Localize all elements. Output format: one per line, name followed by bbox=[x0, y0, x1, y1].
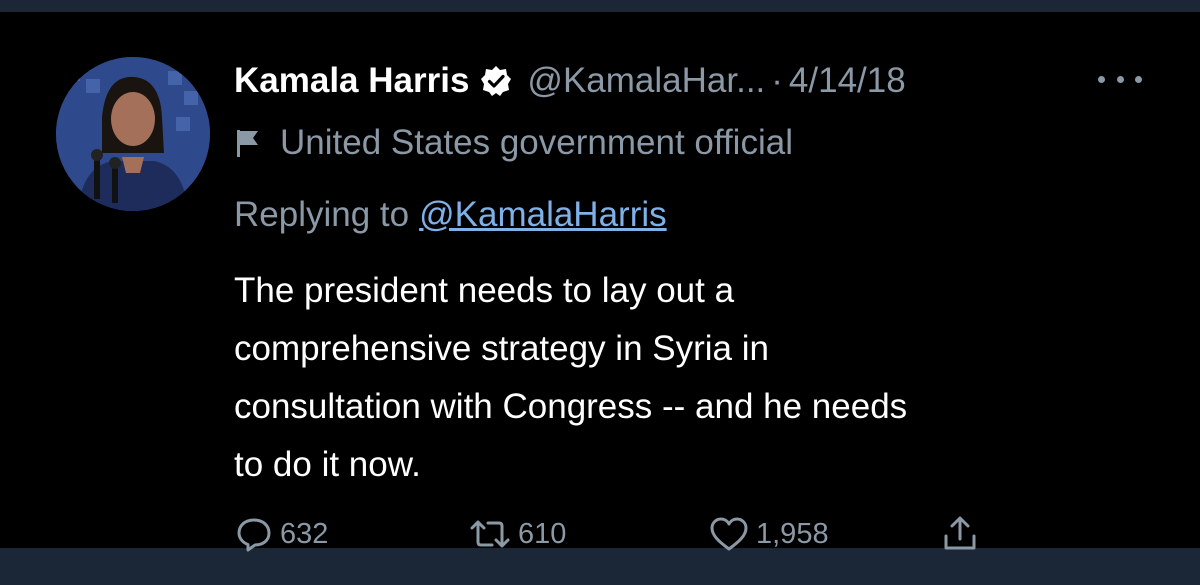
tweet-text-line: consultation with Congress -- and he nee… bbox=[234, 387, 908, 426]
verified-badge-icon bbox=[479, 64, 513, 98]
tweet-text-line: comprehensive strategy in Syria in bbox=[234, 329, 769, 368]
tweet-text: The president needs to lay out a compreh… bbox=[234, 262, 1154, 494]
replying-to: Replying to @KamalaHarris bbox=[234, 192, 667, 238]
share-button[interactable] bbox=[940, 512, 980, 556]
header-separator: · bbox=[771, 61, 783, 100]
like-count: 1,958 bbox=[756, 517, 829, 550]
retweet-button[interactable]: 610 bbox=[468, 512, 566, 556]
tweet-header: Kamala Harris @KamalaHar... · 4/14/18 bbox=[234, 56, 906, 106]
replying-to-link[interactable]: @KamalaHarris bbox=[419, 195, 667, 235]
tweet-card[interactable]: Kamala Harris @KamalaHar... · 4/14/18 Un… bbox=[0, 12, 1200, 552]
retweet-icon bbox=[468, 514, 512, 554]
flag-icon bbox=[234, 128, 262, 158]
author-name[interactable]: Kamala Harris bbox=[234, 61, 469, 101]
screenshot-frame: Kamala Harris @KamalaHar... · 4/14/18 Un… bbox=[0, 0, 1200, 585]
replying-prefix: Replying to bbox=[234, 195, 410, 234]
reply-button[interactable]: 632 bbox=[234, 512, 328, 556]
author-handle[interactable]: @KamalaHar... bbox=[527, 61, 765, 101]
tweet-text-line: to do it now. bbox=[234, 445, 421, 484]
action-bar: 632 610 1,958 bbox=[234, 512, 994, 556]
avatar-photo bbox=[56, 57, 210, 211]
tweet-date[interactable]: 4/14/18 bbox=[789, 61, 906, 101]
more-icon[interactable] bbox=[1098, 64, 1142, 94]
reply-count: 632 bbox=[280, 517, 329, 550]
like-button[interactable]: 1,958 bbox=[708, 512, 829, 556]
reply-icon bbox=[234, 514, 274, 554]
account-label: United States government official bbox=[234, 120, 793, 166]
retweet-count: 610 bbox=[518, 517, 567, 550]
account-label-text: United States government official bbox=[280, 123, 793, 162]
share-icon bbox=[940, 514, 980, 554]
tweet-text-line: The president needs to lay out a bbox=[234, 271, 735, 310]
heart-icon bbox=[708, 514, 750, 554]
avatar[interactable] bbox=[56, 57, 210, 211]
